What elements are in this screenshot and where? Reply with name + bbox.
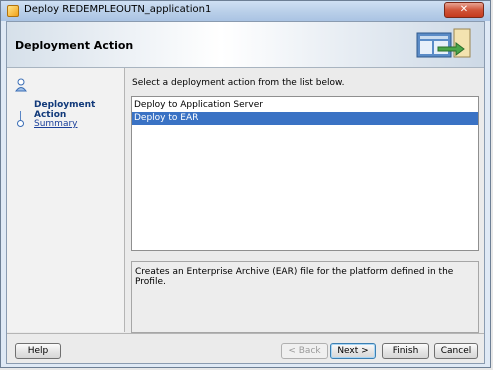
- nav-step-deployment-action[interactable]: Deployment Action: [7, 98, 124, 120]
- deployment-action-list[interactable]: Deploy to Application Server Deploy to E…: [131, 96, 479, 251]
- dialog-body: Deployment Action Deployment Action Summ…: [6, 21, 485, 364]
- title-bar[interactable]: Deploy REDEMPLEOUTN_application1 ✕: [1, 1, 490, 21]
- close-button[interactable]: ✕: [444, 2, 484, 18]
- current-step-person-icon: [15, 78, 27, 92]
- nav-step-summary[interactable]: Summary: [7, 117, 124, 131]
- page-header: Deployment Action: [7, 22, 484, 68]
- window-title: Deploy REDEMPLEOUTN_application1: [24, 4, 212, 15]
- application-icon: [7, 5, 19, 17]
- deploy-wizard-icon: [416, 28, 471, 58]
- back-button[interactable]: < Back: [281, 343, 328, 359]
- list-item-deploy-app-server[interactable]: Deploy to Application Server: [132, 99, 478, 112]
- help-button[interactable]: Help: [15, 343, 61, 359]
- instruction-text: Select a deployment action from the list…: [132, 78, 345, 88]
- divider: [7, 333, 484, 334]
- action-description: Creates an Enterprise Archive (EAR) file…: [131, 261, 479, 333]
- wizard-steps-panel: Deployment Action Summary: [7, 68, 125, 332]
- next-button[interactable]: Next >: [330, 343, 376, 359]
- deploy-dialog: Deploy REDEMPLEOUTN_application1 ✕ Deplo…: [0, 0, 491, 368]
- nav-step-label: Summary: [34, 119, 78, 129]
- list-item-deploy-ear[interactable]: Deploy to EAR: [132, 112, 478, 125]
- page-title: Deployment Action: [15, 39, 134, 52]
- finish-button[interactable]: Finish: [382, 343, 429, 359]
- cancel-button[interactable]: Cancel: [434, 343, 478, 359]
- step-dot-icon: [17, 120, 24, 127]
